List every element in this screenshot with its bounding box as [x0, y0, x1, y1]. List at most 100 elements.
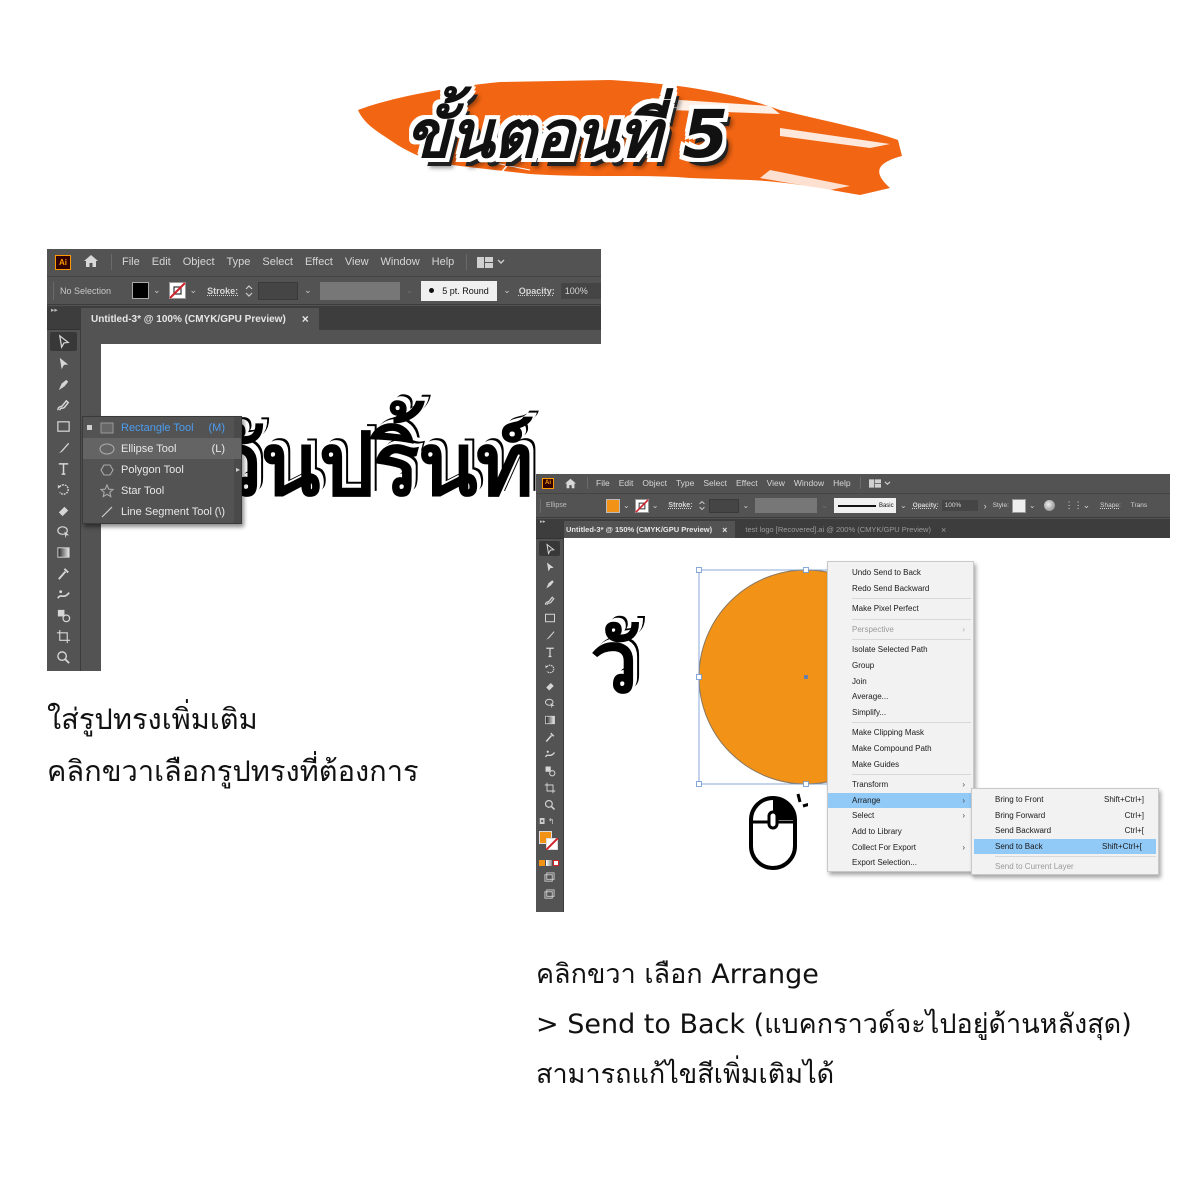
- color-mode-icons[interactable]: [536, 857, 563, 869]
- curvature-tool-icon[interactable]: [536, 592, 563, 609]
- type-tool-icon[interactable]: [47, 458, 80, 479]
- screen-mode-icon[interactable]: [536, 886, 563, 903]
- workspace-switcher-icon[interactable]: [868, 478, 891, 488]
- live-paint-tool-icon[interactable]: [47, 605, 80, 626]
- opacity-input[interactable]: 100%: [941, 500, 978, 511]
- context-menu-item-make-pixel-perfect[interactable]: Make Pixel Perfect: [828, 601, 973, 617]
- stroke-label[interactable]: Stroke:: [668, 502, 692, 509]
- live-paint-tool-icon[interactable]: [536, 762, 563, 779]
- panel-collapse-icon[interactable]: ▸▸: [536, 519, 563, 539]
- opacity-expand-icon[interactable]: ›: [984, 501, 987, 511]
- opacity-label[interactable]: Opacity:: [913, 502, 939, 509]
- menu-select[interactable]: Select: [262, 256, 293, 268]
- paintbrush-tool-icon[interactable]: [47, 437, 80, 458]
- menu-file[interactable]: File: [596, 478, 610, 488]
- fill-swatch[interactable]: [132, 282, 149, 299]
- context-menu-item-join[interactable]: Join: [828, 674, 973, 690]
- profile-dropdown-icon[interactable]: ⌄: [821, 501, 828, 510]
- menu-type[interactable]: Type: [676, 478, 694, 488]
- paintbrush-tool-icon[interactable]: [536, 626, 563, 643]
- stroke-weight-input[interactable]: [708, 498, 739, 513]
- stroke-weight-input[interactable]: [258, 281, 299, 300]
- submenu-item-send-backward[interactable]: Send Backward Ctrl+[: [972, 823, 1158, 839]
- isometric-thai-artwork[interactable]: วั: [590, 598, 638, 728]
- variable-width-profile[interactable]: [319, 281, 400, 300]
- isometric-thai-artwork[interactable]: วันปริ้นท์: [213, 400, 534, 530]
- context-menu-item-make-guides[interactable]: Make Guides: [828, 757, 973, 773]
- artboard-tool-icon[interactable]: [47, 626, 80, 647]
- brush-definition[interactable]: Basic: [833, 498, 896, 513]
- menu-effect[interactable]: Effect: [736, 478, 758, 488]
- align-icon[interactable]: ⋮⋮⌄: [1065, 500, 1091, 511]
- context-menu-item-undo-send-to-back[interactable]: Undo Send to Back: [828, 565, 973, 581]
- stroke-dropdown-icon[interactable]: ⌄: [190, 285, 198, 296]
- brush-definition[interactable]: 5 pt. Round: [421, 280, 498, 301]
- menu-file[interactable]: File: [122, 256, 140, 268]
- stroke-weight-dropdown-icon[interactable]: ⌄: [743, 501, 750, 510]
- zoom-tool-icon[interactable]: [47, 647, 80, 668]
- home-icon[interactable]: [564, 474, 577, 493]
- fill-dropdown-icon[interactable]: ⌄: [153, 285, 161, 296]
- draw-mode-icon[interactable]: [536, 869, 563, 886]
- opacity-input[interactable]: 100%: [560, 282, 601, 299]
- artboard-tool-icon[interactable]: [536, 779, 563, 796]
- context-menu-item-average[interactable]: Average...: [828, 689, 973, 705]
- illustrator-app-icon[interactable]: Ai: [542, 477, 554, 489]
- style-label[interactable]: Style:: [993, 502, 1009, 509]
- selection-tool-icon[interactable]: [539, 541, 560, 556]
- context-menu-item-arrange[interactable]: Arrange ›: [828, 792, 973, 809]
- flyout-expand-icon[interactable]: ▸: [236, 465, 240, 474]
- direct-selection-tool-icon[interactable]: [536, 558, 563, 575]
- rotate-tool-icon[interactable]: [536, 660, 563, 677]
- submenu-item-send-to-back[interactable]: Send to Back Shift+Ctrl+[: [974, 838, 1156, 854]
- shape-tool-icon[interactable]: [47, 416, 80, 437]
- context-menu-item-transform[interactable]: Transform ›: [828, 777, 973, 793]
- brush-dropdown-icon[interactable]: ⌄: [900, 501, 907, 510]
- panel-collapse-icon[interactable]: ▸▸: [47, 306, 80, 330]
- close-tab-icon[interactable]: ×: [722, 525, 727, 535]
- zoom-tool-icon[interactable]: [536, 796, 563, 813]
- eyedropper-tool-icon[interactable]: [47, 563, 80, 584]
- opacity-label[interactable]: Opacity:: [519, 286, 555, 296]
- menu-effect[interactable]: Effect: [305, 256, 333, 268]
- selection-tool-icon[interactable]: [50, 332, 77, 351]
- rotate-tool-icon[interactable]: [47, 479, 80, 500]
- tab-untitled-3[interactable]: Untitled-3* @ 150% (CMYK/GPU Preview) ×: [536, 521, 736, 538]
- type-tool-icon[interactable]: [536, 643, 563, 660]
- shape-label[interactable]: Shape:: [1100, 502, 1121, 509]
- curvature-tool-icon[interactable]: [47, 395, 80, 416]
- context-menu-item-make-compound-path[interactable]: Make Compound Path: [828, 741, 973, 757]
- close-tab-icon[interactable]: ×: [302, 312, 309, 326]
- menu-window[interactable]: Window: [381, 256, 420, 268]
- submenu-item-bring-forward[interactable]: Bring Forward Ctrl+]: [972, 808, 1158, 824]
- context-menu-item-select[interactable]: Select ›: [828, 808, 973, 824]
- puppet-warp-tool-icon[interactable]: [536, 745, 563, 762]
- profile-dropdown-icon[interactable]: ⌄: [406, 285, 414, 296]
- tab-untitled-3[interactable]: Untitled-3* @ 100% (CMYK/GPU Preview) ×: [47, 308, 319, 330]
- context-menu-item-redo-send-backward[interactable]: Redo Send Backward: [828, 581, 973, 597]
- menu-edit[interactable]: Edit: [152, 256, 171, 268]
- context-menu-item-isolate-selected-path[interactable]: Isolate Selected Path: [828, 642, 973, 658]
- fill-swatch[interactable]: [606, 498, 620, 513]
- context-menu-item-collect-for-export[interactable]: Collect For Export ›: [828, 840, 973, 856]
- stroke-weight-stepper[interactable]: [244, 283, 254, 299]
- flyout-item-ellipse-tool[interactable]: Ellipse Tool (L): [83, 438, 241, 459]
- menu-view[interactable]: View: [345, 256, 369, 268]
- menu-select[interactable]: Select: [703, 478, 727, 488]
- illustrator-app-icon[interactable]: Ai: [55, 254, 71, 270]
- menu-view[interactable]: View: [767, 478, 785, 488]
- context-menu-item-export-selection[interactable]: Export Selection...: [828, 855, 973, 871]
- shape-builder-tool-icon[interactable]: [47, 521, 80, 542]
- home-icon[interactable]: [83, 253, 99, 272]
- gradient-tool-icon[interactable]: [47, 542, 80, 563]
- context-menu-item-group[interactable]: Group: [828, 658, 973, 674]
- menu-object[interactable]: Object: [642, 478, 667, 488]
- stroke-weight-dropdown-icon[interactable]: ⌄: [304, 285, 312, 296]
- menu-help[interactable]: Help: [833, 478, 850, 488]
- style-dropdown-icon[interactable]: ⌄: [1029, 501, 1036, 510]
- flyout-item-line-segment-tool[interactable]: Line Segment Tool (\): [83, 501, 241, 522]
- stroke-swatch-none[interactable]: [168, 282, 186, 299]
- swap-default-icons[interactable]: ◘ ↰: [536, 817, 563, 829]
- menu-object[interactable]: Object: [183, 256, 215, 268]
- stroke-label[interactable]: Stroke:: [207, 286, 238, 296]
